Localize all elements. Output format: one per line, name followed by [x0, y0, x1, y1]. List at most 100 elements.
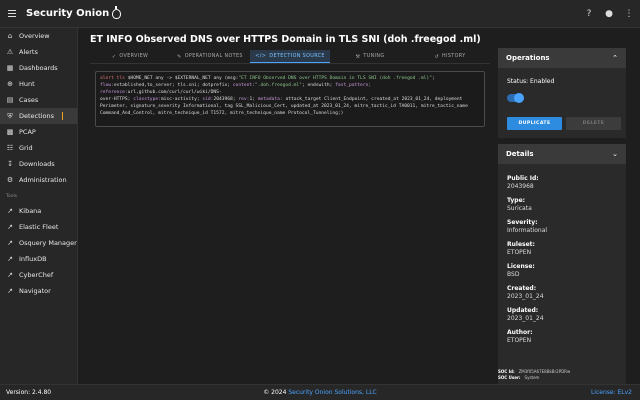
history-icon: ↺: [434, 53, 440, 60]
rule-line-1: alert tls $HOME_NET any -> $EXTERNAL_NET…: [100, 76, 435, 81]
detail-value: 2043968: [507, 183, 534, 190]
soc-id-label: SOC Id:: [498, 369, 515, 374]
sidebar-item-downloads[interactable]: ↧ Downloads: [0, 156, 77, 172]
sidebar-tool-elastic-fleet[interactable]: ↗ Elastic Fleet: [0, 219, 77, 235]
apps-icon[interactable]: ⋮: [624, 9, 634, 19]
sidebar-item-grid[interactable]: ☷ Grid: [0, 140, 77, 156]
rule-line-3: over-HTTPS; classtype:misc-activity; sid…: [100, 96, 480, 103]
sidebar-item-alerts[interactable]: ⚠ Alerts: [0, 44, 77, 60]
sidebar-item-dashboards[interactable]: ▦ Dashboards: [0, 60, 77, 76]
sidebar-tool-osquery-manager[interactable]: ↗ Osquery Manager: [0, 235, 77, 251]
details-title: Details: [506, 150, 534, 158]
bell-icon[interactable]: ●: [604, 9, 614, 19]
enabled-toggle[interactable]: [507, 93, 524, 103]
sidebar-item-cases[interactable]: ▤ Cases: [0, 92, 77, 108]
detection-source-editor[interactable]: alert tls $HOME_NET any -> $EXTERNAL_NET…: [95, 71, 485, 127]
sidebar-item-overview[interactable]: ⌂ Overview: [0, 28, 77, 44]
detail-value: Informational: [507, 227, 548, 234]
rule-text: url,github.com/curl/curl/wiki/DNS-: [127, 90, 222, 95]
detail-value: Suricata: [507, 205, 532, 212]
gear-icon: ⚙: [6, 176, 14, 184]
rule-proto: tls: [116, 76, 125, 81]
rule-keyword: flow:: [100, 83, 114, 88]
shield-icon: ⛨: [7, 111, 13, 120]
folder-icon: ▤: [6, 96, 14, 104]
rule-string: ".doh.freegod.ml": [254, 83, 302, 88]
help-icon[interactable]: ?: [584, 9, 594, 19]
sidebar-item-label: Downloads: [19, 160, 55, 168]
external-link-icon: ↗: [7, 255, 13, 263]
detail-value: BSD: [507, 271, 520, 278]
wrench-icon: ⚒: [355, 53, 361, 60]
license-link[interactable]: License: ELv2: [591, 389, 632, 396]
rule-keyword: metadata:: [257, 97, 283, 102]
sidebar-item-pcap[interactable]: ▩ PCAP: [0, 124, 77, 140]
rule-line-4: Perimeter, signature_severity Informatio…: [100, 104, 468, 109]
tab-operational-notes[interactable]: ✎ Operational Notes: [170, 50, 250, 63]
sidebar-tool-cyberchef[interactable]: ↗ CyberChef: [0, 267, 77, 283]
menu-icon[interactable]: [8, 10, 16, 17]
tab-tuning[interactable]: ⚒ Tuning: [330, 50, 410, 63]
external-link-icon: ↗: [7, 223, 13, 231]
sidebar: ⌂ Overview ⚠ Alerts ▦ Dashboards ⊕ Hunt …: [0, 28, 78, 384]
overview-icon: ✓: [111, 53, 117, 60]
chevron-up-icon[interactable]: ⌃: [612, 54, 618, 62]
detail-label: Ruleset:: [507, 241, 535, 248]
detection-tabs: ✓ Overview ✎ Operational Notes </> Detec…: [90, 50, 490, 64]
detail-value: 2023_01_24: [507, 315, 544, 322]
rule-msg: "ET INFO Observed DNS over HTTPS Domain …: [238, 76, 432, 81]
rule-line-2: flow:established,to_server; tls.sni; dot…: [100, 82, 480, 96]
tab-history[interactable]: ↺ History: [410, 50, 490, 63]
sidebar-item-label: Hunt: [19, 80, 35, 88]
sidebar-item-administration[interactable]: ⚙ Administration: [0, 172, 77, 188]
external-link-icon: ↗: [7, 287, 13, 295]
details-header[interactable]: Details ⌄: [498, 144, 626, 164]
packet-icon: ▩: [6, 128, 14, 136]
tab-overview[interactable]: ✓ Overview: [90, 50, 170, 63]
detail-value: 2023_01_24: [507, 293, 544, 300]
rule-keyword: reference:: [100, 90, 128, 95]
dashboard-icon: ▦: [6, 64, 14, 72]
footer: Version: 2.4.80 © 2024 Security Onion So…: [0, 384, 640, 400]
sidebar-tool-navigator[interactable]: ↗ Navigator: [0, 283, 77, 299]
external-link-icon: ↗: [7, 207, 13, 215]
external-link-icon: ↗: [7, 239, 13, 247]
sidebar-tool-kibana[interactable]: ↗ Kibana: [0, 203, 77, 219]
sidebar-item-label: CyberChef: [19, 271, 54, 279]
details-panel: Details ⌄ Public Id: 2043968 Type: Suric…: [498, 144, 626, 384]
rule-keyword: sid:: [202, 97, 214, 102]
duplicate-button[interactable]: DUPLICATE: [507, 117, 562, 130]
detail-label: Created:: [507, 285, 537, 292]
code-icon: </>: [255, 53, 267, 59]
operations-panel: Operations ⌃ Status: Enabled DUPLICATE D…: [498, 48, 626, 138]
chevron-down-icon[interactable]: ⌄: [612, 150, 618, 158]
sidebar-item-label: Overview: [19, 32, 50, 40]
rule-text: over-HTTPS;: [100, 97, 134, 102]
sidebar-item-detections[interactable]: ⛨ Detections: [0, 108, 77, 124]
top-app-bar: Security Onion ? ● ⋮: [0, 0, 640, 28]
operations-header[interactable]: Operations ⌃: [498, 48, 626, 68]
tab-label: History: [442, 54, 466, 59]
copyright-prefix: © 2024: [263, 389, 289, 396]
sidebar-tool-influxdb[interactable]: ↗ InfluxDB: [0, 251, 77, 267]
soc-user-value: System: [524, 375, 540, 380]
delete-button[interactable]: DELETE: [566, 117, 621, 130]
sidebar-item-label: Alerts: [19, 48, 38, 56]
brand-logo[interactable]: Security Onion: [26, 5, 122, 19]
copyright-text: © 2024 Security Onion Solutions, LLC: [0, 389, 640, 396]
company-link[interactable]: Security Onion Solutions, LLC: [288, 389, 376, 396]
onion-icon: [112, 5, 122, 19]
sidebar-item-label: InfluxDB: [19, 255, 47, 263]
rule-line-5: Command_And_Control, mitre_technique_id …: [100, 111, 344, 116]
sidebar-item-label: Cases: [19, 96, 39, 104]
attention-marker: [61, 112, 63, 120]
rule-text: 1;: [249, 97, 258, 102]
sidebar-item-hunt[interactable]: ⊕ Hunt: [0, 76, 77, 92]
page-title: ET INFO Observed DNS over HTTPS Domain i…: [90, 34, 481, 45]
sidebar-item-label: Navigator: [19, 287, 51, 295]
grid-icon: ☷: [6, 144, 14, 152]
tab-detection-source[interactable]: </> Detection Source: [250, 50, 330, 63]
rule-text: 2043968;: [213, 97, 239, 102]
tab-label: Detection Source: [269, 53, 325, 59]
brand-name: Security Onion: [26, 8, 110, 19]
